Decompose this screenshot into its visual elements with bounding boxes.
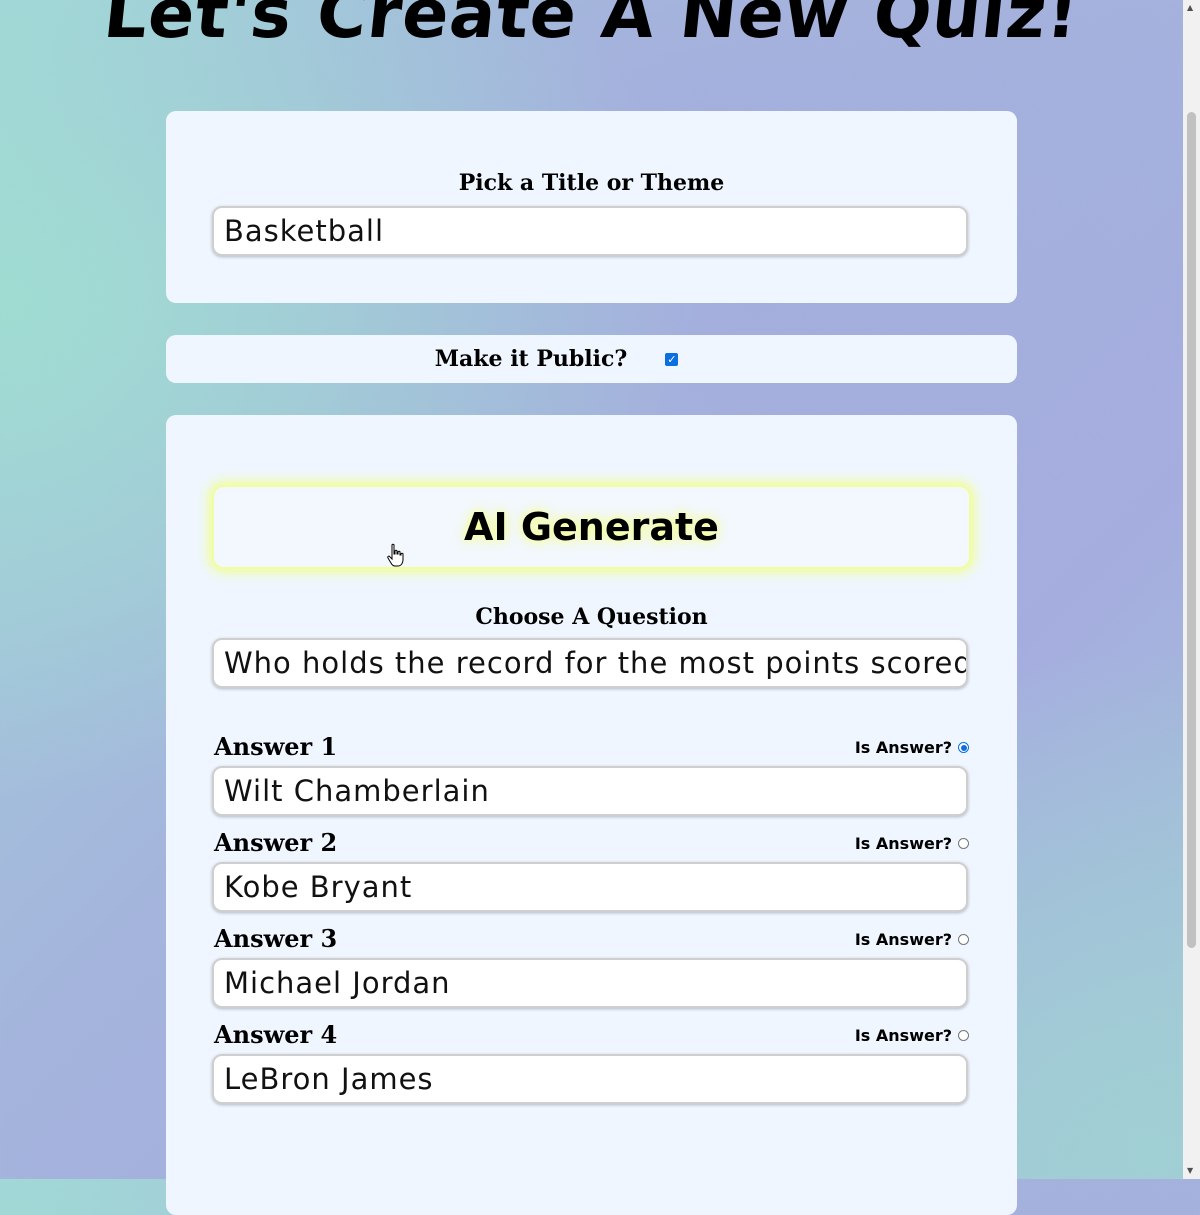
answer-label: Answer 4 [214,1020,338,1049]
is-answer-control: Is Answer? [855,738,969,757]
question-input[interactable]: Who holds the record for the most points… [212,638,968,688]
is-answer-control: Is Answer? [855,1026,969,1045]
is-answer-label: Is Answer? [854,1026,952,1045]
is-answer-radio-4[interactable] [958,1030,969,1041]
scroll-thumb[interactable] [1187,112,1196,948]
answer-header: Answer 1 Is Answer? [214,732,969,762]
ai-generate-button[interactable]: AI Generate [214,487,969,567]
public-card: Make it Public? ✓ [166,335,1017,383]
is-answer-radio-1[interactable] [958,742,969,753]
scroll-down-arrow-icon[interactable]: ▼ [1187,1166,1193,1176]
question-card: AI Generate Choose A Question Who holds … [166,415,1017,1215]
is-answer-control: Is Answer? [855,930,969,949]
answer-label: Answer 1 [214,732,338,761]
title-input[interactable]: Basketball [212,206,968,256]
is-answer-label: Is Answer? [854,930,952,949]
is-answer-radio-2[interactable] [958,838,969,849]
page-title: Let's Create A New Quiz! [100,0,1083,54]
answer-header: Answer 3 Is Answer? [214,924,969,954]
answer-input-3[interactable]: Michael Jordan [212,958,968,1008]
is-answer-label: Is Answer? [854,738,952,757]
is-answer-control: Is Answer? [855,834,969,853]
is-answer-label: Is Answer? [854,834,952,853]
answer-input-2[interactable]: Kobe Bryant [212,862,968,912]
check-icon: ✓ [667,352,677,366]
public-label: Make it Public? [434,346,628,372]
answer-label: Answer 3 [214,924,338,953]
answer-header: Answer 4 Is Answer? [214,1020,969,1050]
answer-label: Answer 2 [214,828,338,857]
scroll-up-arrow-icon[interactable]: ▲ [1187,3,1193,13]
is-answer-radio-3[interactable] [958,934,969,945]
vertical-scrollbar[interactable]: ▲ ▼ [1183,0,1200,1179]
answer-input-1[interactable]: Wilt Chamberlain [212,766,968,816]
answer-header: Answer 2 Is Answer? [214,828,969,858]
public-checkbox[interactable]: ✓ [665,352,679,366]
title-card: Pick a Title or Theme Basketball [166,111,1017,303]
answer-input-4[interactable]: LeBron James [212,1054,968,1104]
hand-pointer-icon [387,543,404,567]
question-label: Choose A Question [475,604,708,630]
title-label: Pick a Title or Theme [458,170,725,196]
